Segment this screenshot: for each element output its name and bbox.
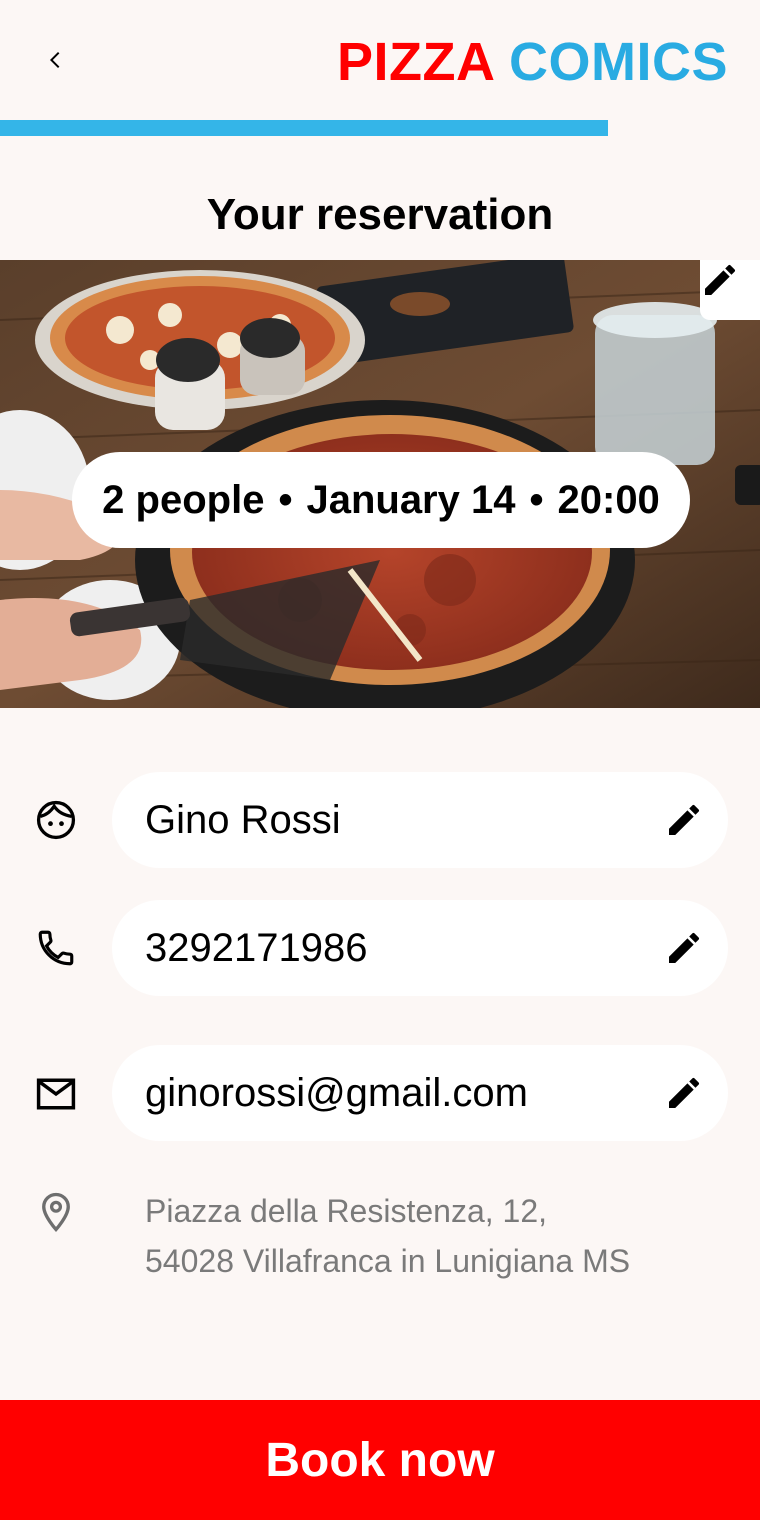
edit-phone-button[interactable]	[660, 924, 708, 972]
pencil-icon	[669, 1077, 700, 1108]
restaurant-address: Piazza della Resistenza, 12, 54028 Villa…	[145, 1186, 725, 1286]
phone-value: 3292171986	[145, 925, 368, 970]
page-title: Your reservation	[206, 190, 554, 239]
separator: •	[278, 477, 293, 522]
location-pin-icon	[32, 1188, 80, 1236]
email-field[interactable]: ginorossi@gmail.com	[112, 1045, 728, 1141]
pencil-icon	[669, 804, 700, 835]
mail-icon	[32, 1070, 80, 1118]
brand-word-pizza: PIZZA	[337, 32, 494, 92]
brand-word-comics: COMICS	[509, 32, 728, 92]
reservation-summary: 2 people • January 14 • 20:00	[72, 452, 690, 548]
separator: •	[529, 477, 544, 522]
name-field[interactable]: Gino Rossi	[112, 772, 728, 868]
edit-email-button[interactable]	[660, 1069, 708, 1117]
phone-field[interactable]: 3292171986	[112, 900, 728, 996]
book-now-button[interactable]: Book now	[0, 1400, 760, 1520]
back-button[interactable]	[28, 36, 84, 84]
pencil-icon	[705, 264, 736, 295]
hero-image: 2 people • January 14 • 20:00	[0, 260, 760, 708]
edit-name-button[interactable]	[660, 796, 708, 844]
reservation-date: January 14	[306, 477, 516, 522]
edit-reservation-button[interactable]	[700, 260, 760, 320]
pencil-icon	[669, 932, 700, 963]
people-count: 2 people	[102, 477, 265, 522]
face-icon	[32, 796, 80, 844]
progress-bar-fill	[0, 120, 608, 136]
phone-icon	[32, 924, 80, 972]
reservation-time: 20:00	[557, 477, 660, 522]
address-line-1: Piazza della Resistenza, 12,	[145, 1193, 547, 1229]
progress-bar	[0, 120, 760, 136]
chevron-left-icon	[50, 52, 60, 68]
address-line-2: 54028 Villafranca in Lunigiana MS	[145, 1243, 631, 1279]
brand-logo: PIZZA COMICS	[337, 30, 728, 94]
app-header: PIZZA COMICS	[0, 0, 760, 120]
email-value: ginorossi@gmail.com	[145, 1070, 528, 1115]
name-value: Gino Rossi	[145, 797, 341, 842]
